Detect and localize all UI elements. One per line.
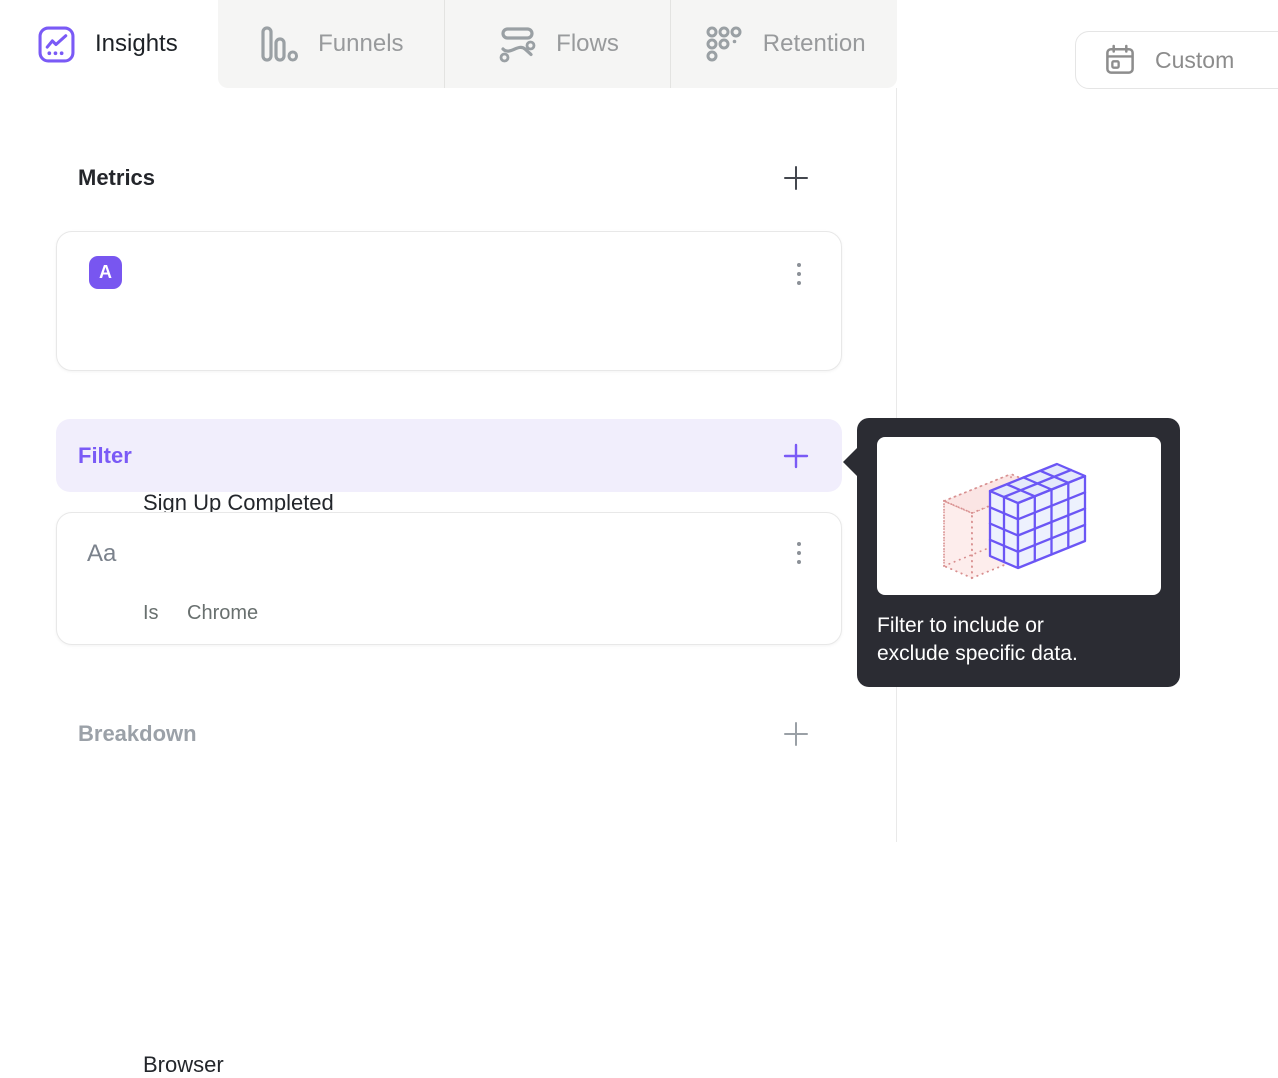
breakdown-section-title: Breakdown: [78, 721, 197, 746]
metric-card-menu-button[interactable]: [787, 256, 811, 292]
tooltip-caption-line2: exclude specific data.: [877, 642, 1078, 665]
tab-funnels[interactable]: Funnels: [218, 0, 444, 88]
add-breakdown-button[interactable]: [783, 721, 809, 747]
tooltip-arrow: [843, 448, 857, 476]
metrics-section-title: Metrics: [78, 165, 156, 190]
retention-dots-icon: [703, 23, 745, 65]
custom-date-range-label: Custom: [1155, 46, 1235, 73]
tooltip-caption: Filter to include or exclude specific da…: [877, 612, 1162, 668]
custom-date-range-button[interactable]: Custom: [1075, 31, 1278, 89]
tab-flows[interactable]: Flows: [443, 0, 671, 88]
tab-retention[interactable]: Retention: [670, 0, 897, 88]
tab-insights-label: Insights: [95, 30, 178, 57]
filter-cube-illustration: [877, 437, 1161, 595]
filter-section-header[interactable]: Filter: [56, 419, 842, 492]
filter-value: Chrome: [187, 602, 259, 624]
filter-tooltip: Filter to include or exclude specific da…: [843, 418, 1180, 687]
filter-card-browser[interactable]: Aa Browser Is Chrome: [56, 512, 842, 1077]
filter-section-title: Filter: [78, 442, 132, 468]
tab-insights[interactable]: Insights: [0, 0, 218, 88]
metric-series-badge: A: [89, 256, 122, 289]
tooltip-caption-line1: Filter to include or: [877, 614, 1044, 637]
tab-funnels-label: Funnels: [318, 30, 404, 57]
calendar-icon: [1102, 42, 1138, 78]
flows-stream-icon: [496, 23, 538, 65]
string-property-icon: Aa: [87, 540, 117, 567]
metric-card-sign-up-completed[interactable]: A Sign Up Completed Total Events: [56, 231, 842, 570]
filter-operator: Is: [143, 602, 159, 624]
insights-chart-icon: [38, 26, 75, 63]
filter-card-title: Browser: [143, 1052, 224, 1077]
add-metric-button[interactable]: [783, 165, 809, 191]
tab-flows-label: Flows: [556, 30, 619, 57]
data-cube-icon: [941, 462, 1087, 580]
tab-strip: Funnels Flows Retention: [218, 0, 897, 88]
breakdown-section-header: Breakdown: [56, 716, 842, 752]
tab-retention-label: Retention: [762, 30, 866, 57]
add-filter-button[interactable]: [783, 443, 809, 469]
funnels-bars-icon: [258, 23, 300, 65]
metrics-section-header: Metrics: [56, 160, 842, 196]
filter-card-menu-button[interactable]: [787, 535, 811, 571]
